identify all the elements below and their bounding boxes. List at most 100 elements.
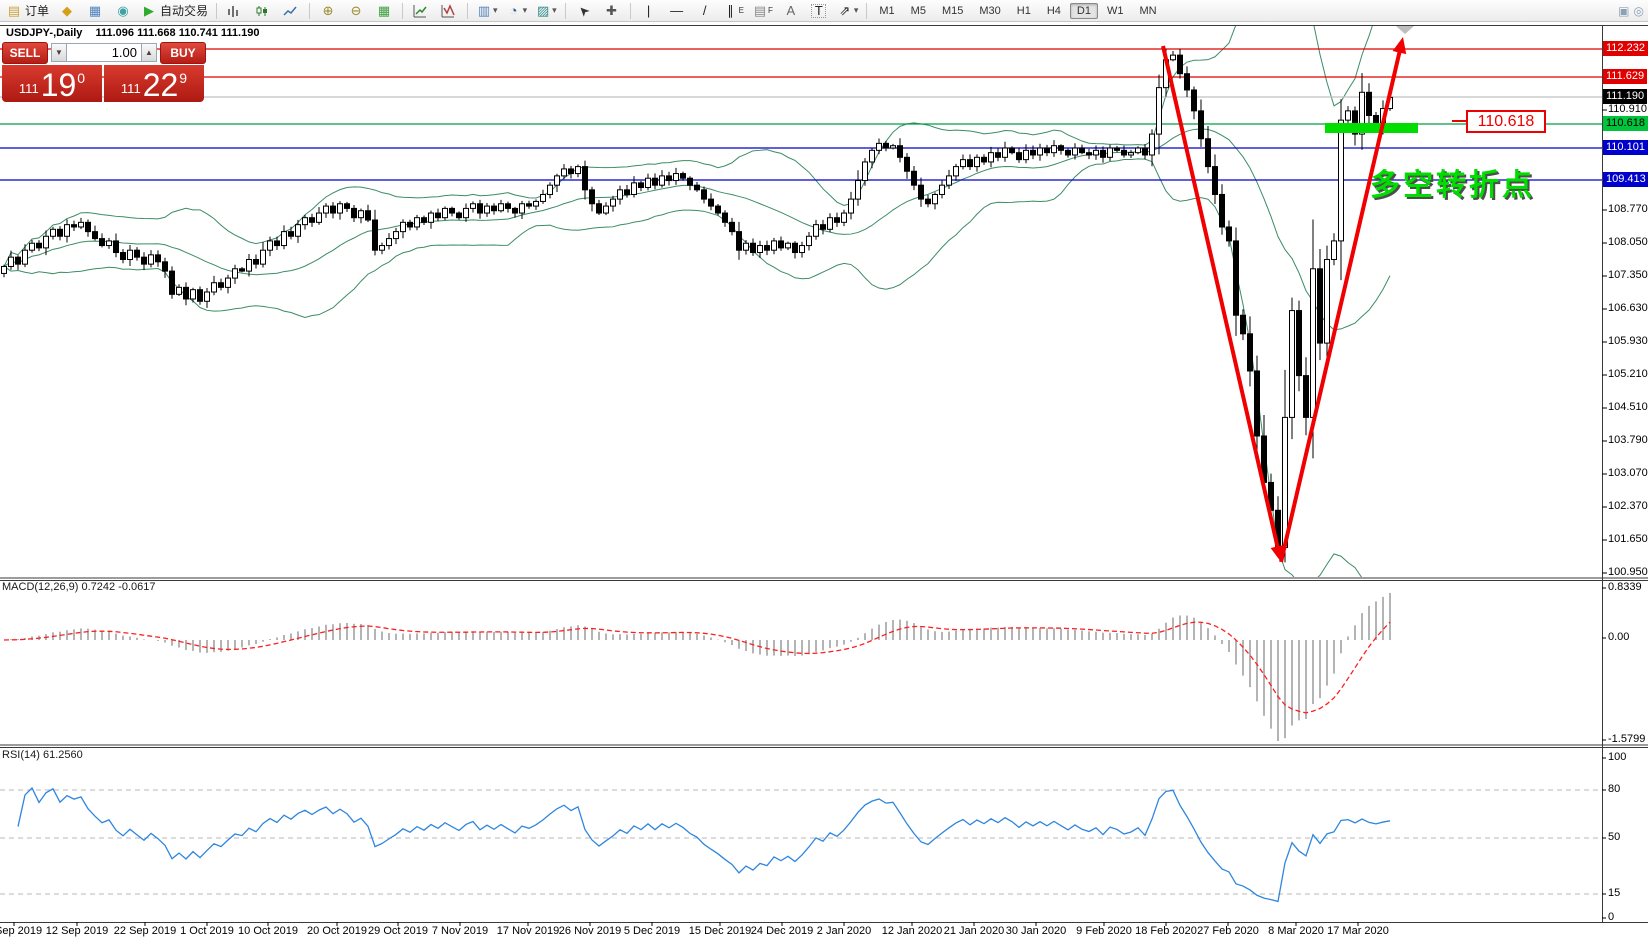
sell-price-main: 111 [19, 81, 39, 96]
crosshair-icon: ✚ [604, 3, 620, 19]
terminal-icon: ▦ [87, 3, 103, 19]
toolbar-separator [565, 3, 566, 19]
buy-button[interactable]: BUY [160, 42, 206, 64]
new-chart-button[interactable]: ▥▾ [473, 0, 501, 22]
label-tool-button[interactable]: T [806, 0, 832, 22]
toolbar-separator [216, 3, 217, 19]
templates-button[interactable]: ▨▾ [532, 0, 560, 22]
chevron-down-icon: ▾ [493, 5, 498, 16]
timeframe-button-H1[interactable]: H1 [1010, 3, 1038, 19]
crosshair-button[interactable]: ✚ [599, 0, 625, 22]
volume-up-button[interactable]: ▲ [141, 43, 157, 62]
symbol-period-label: USDJPY-,Daily [6, 27, 82, 39]
new-order-label: 订单 [25, 2, 49, 19]
zoom-in-icon: ⊕ [320, 3, 336, 19]
buy-price-display[interactable]: 111 22 9 [104, 65, 204, 102]
sell-price-display[interactable]: 111 19 0 [2, 65, 102, 102]
chart-canvas[interactable] [0, 0, 1648, 942]
market-watch-button[interactable]: ◆ [54, 0, 80, 22]
autotrade-icon: ▶ [141, 3, 157, 19]
turning-point-annotation[interactable]: 多空转折点 [1370, 160, 1535, 204]
chevron-down-icon: ▾ [854, 5, 859, 16]
buy-price-main: 111 [121, 81, 141, 96]
text-tool-icon: A [783, 3, 799, 19]
new-order-icon: ▤ [6, 3, 22, 19]
line-chart-icon [283, 4, 299, 18]
hline-icon: — [669, 3, 685, 19]
line-chart-button[interactable] [278, 0, 304, 22]
gold-icon: ◆ [59, 3, 75, 19]
sell-price-sup: 0 [77, 70, 85, 86]
rsi-level-lines [0, 790, 1602, 894]
indicator-window-icon [441, 4, 457, 18]
timeframe-group: M1M5M15M30H1H4D1W1MN [871, 3, 1164, 19]
timeframe-button-M15[interactable]: M15 [935, 3, 970, 19]
bollinger-bands [4, 0, 1390, 591]
trend-arrow-head [1393, 37, 1407, 54]
hline-tool-button[interactable]: — [664, 0, 690, 22]
timeframe-button-M5[interactable]: M5 [904, 3, 933, 19]
arrows-tool-icon: ⇗ [837, 3, 853, 19]
cursor-icon: ➤ [572, 0, 595, 22]
volume-down-button[interactable]: ▼ [51, 43, 67, 62]
sell-price-big: 19 [41, 70, 77, 100]
ohlc-values: 111.096 111.668 110.741 111.190 [95, 27, 259, 39]
candles [2, 49, 1393, 562]
rsi-line [18, 788, 1390, 901]
text-tool-button[interactable]: A [778, 0, 804, 22]
autotrade-label: 自动交易 [160, 2, 208, 19]
zoom-out-button[interactable]: ⊖ [343, 0, 369, 22]
fibo-icon: ▤ [752, 3, 768, 19]
signals-button[interactable]: ◉ [110, 0, 136, 22]
terminal-button[interactable]: ▦ [82, 0, 108, 22]
timeframe-button-M30[interactable]: M30 [972, 3, 1007, 19]
rsi-value: 61.2560 [43, 749, 83, 761]
indicator-window-button[interactable] [436, 0, 462, 22]
highlight-rect [1325, 123, 1418, 133]
zoom-out-icon: ⊖ [348, 3, 364, 19]
timeframe-button-D1[interactable]: D1 [1070, 3, 1098, 19]
macd-values: 0.7242 -0.0617 [81, 581, 155, 593]
channel-tool-button[interactable]: ∥E [720, 0, 747, 22]
vline-tool-button[interactable]: | [636, 0, 662, 22]
timeframe-button-H4[interactable]: H4 [1040, 3, 1068, 19]
fibo-tool-button[interactable]: ▤F [749, 0, 776, 22]
toolbar-separator [309, 3, 310, 19]
fibo-sub-label: F [768, 6, 773, 15]
rsi-label: RSI(14) 61.2560 [2, 749, 83, 761]
periods-button[interactable]: ◔▾ [503, 0, 531, 22]
mini-search-icon[interactable]: ◎ [1634, 4, 1644, 18]
mt4-window: { "toolbar": { "new_order_label": "订单", … [0, 0, 1648, 942]
candle-chart-icon [255, 4, 271, 18]
level-price-label[interactable]: 110.618 [1466, 110, 1546, 133]
chart-title: USDJPY-,Daily 111.096 111.668 110.741 11… [6, 27, 259, 39]
toolbar-separator [630, 3, 631, 19]
buy-price-sup: 9 [179, 70, 187, 86]
arrows-tool-button[interactable]: ⇗▾ [834, 0, 862, 22]
timeframe-button-MN[interactable]: MN [1132, 3, 1163, 19]
toolbar-separator [467, 3, 468, 19]
chevron-down-icon: ▾ [523, 5, 528, 16]
zoom-in-button[interactable]: ⊕ [315, 0, 341, 22]
new-order-button[interactable]: ▤ 订单 [3, 0, 52, 22]
autotrade-button[interactable]: ▶ 自动交易 [138, 0, 211, 22]
template-icon: ▨ [535, 3, 551, 19]
trend-arrow-line [1163, 46, 1278, 550]
signal-icon: ◉ [115, 3, 131, 19]
volume-input[interactable]: 1.00 [67, 43, 141, 62]
timeframe-button-M1[interactable]: M1 [872, 3, 901, 19]
indicators-button[interactable] [408, 0, 434, 22]
mini-chart-icon[interactable]: ▣ [1618, 4, 1629, 18]
cursor-button[interactable]: ➤ [571, 0, 597, 22]
sell-button[interactable]: SELL [2, 42, 48, 64]
buy-price-big: 22 [143, 70, 179, 100]
toolbar-separator [866, 3, 867, 19]
trendline-tool-button[interactable]: / [692, 0, 718, 22]
chart-shift-marker [1396, 26, 1414, 34]
timeframe-button-W1[interactable]: W1 [1100, 3, 1131, 19]
tile-windows-button[interactable]: ▦ [371, 0, 397, 22]
label-tool-icon: T [811, 4, 826, 18]
candle-chart-button[interactable] [250, 0, 276, 22]
bar-chart-button[interactable] [222, 0, 248, 22]
macd-histogram [4, 593, 1390, 741]
